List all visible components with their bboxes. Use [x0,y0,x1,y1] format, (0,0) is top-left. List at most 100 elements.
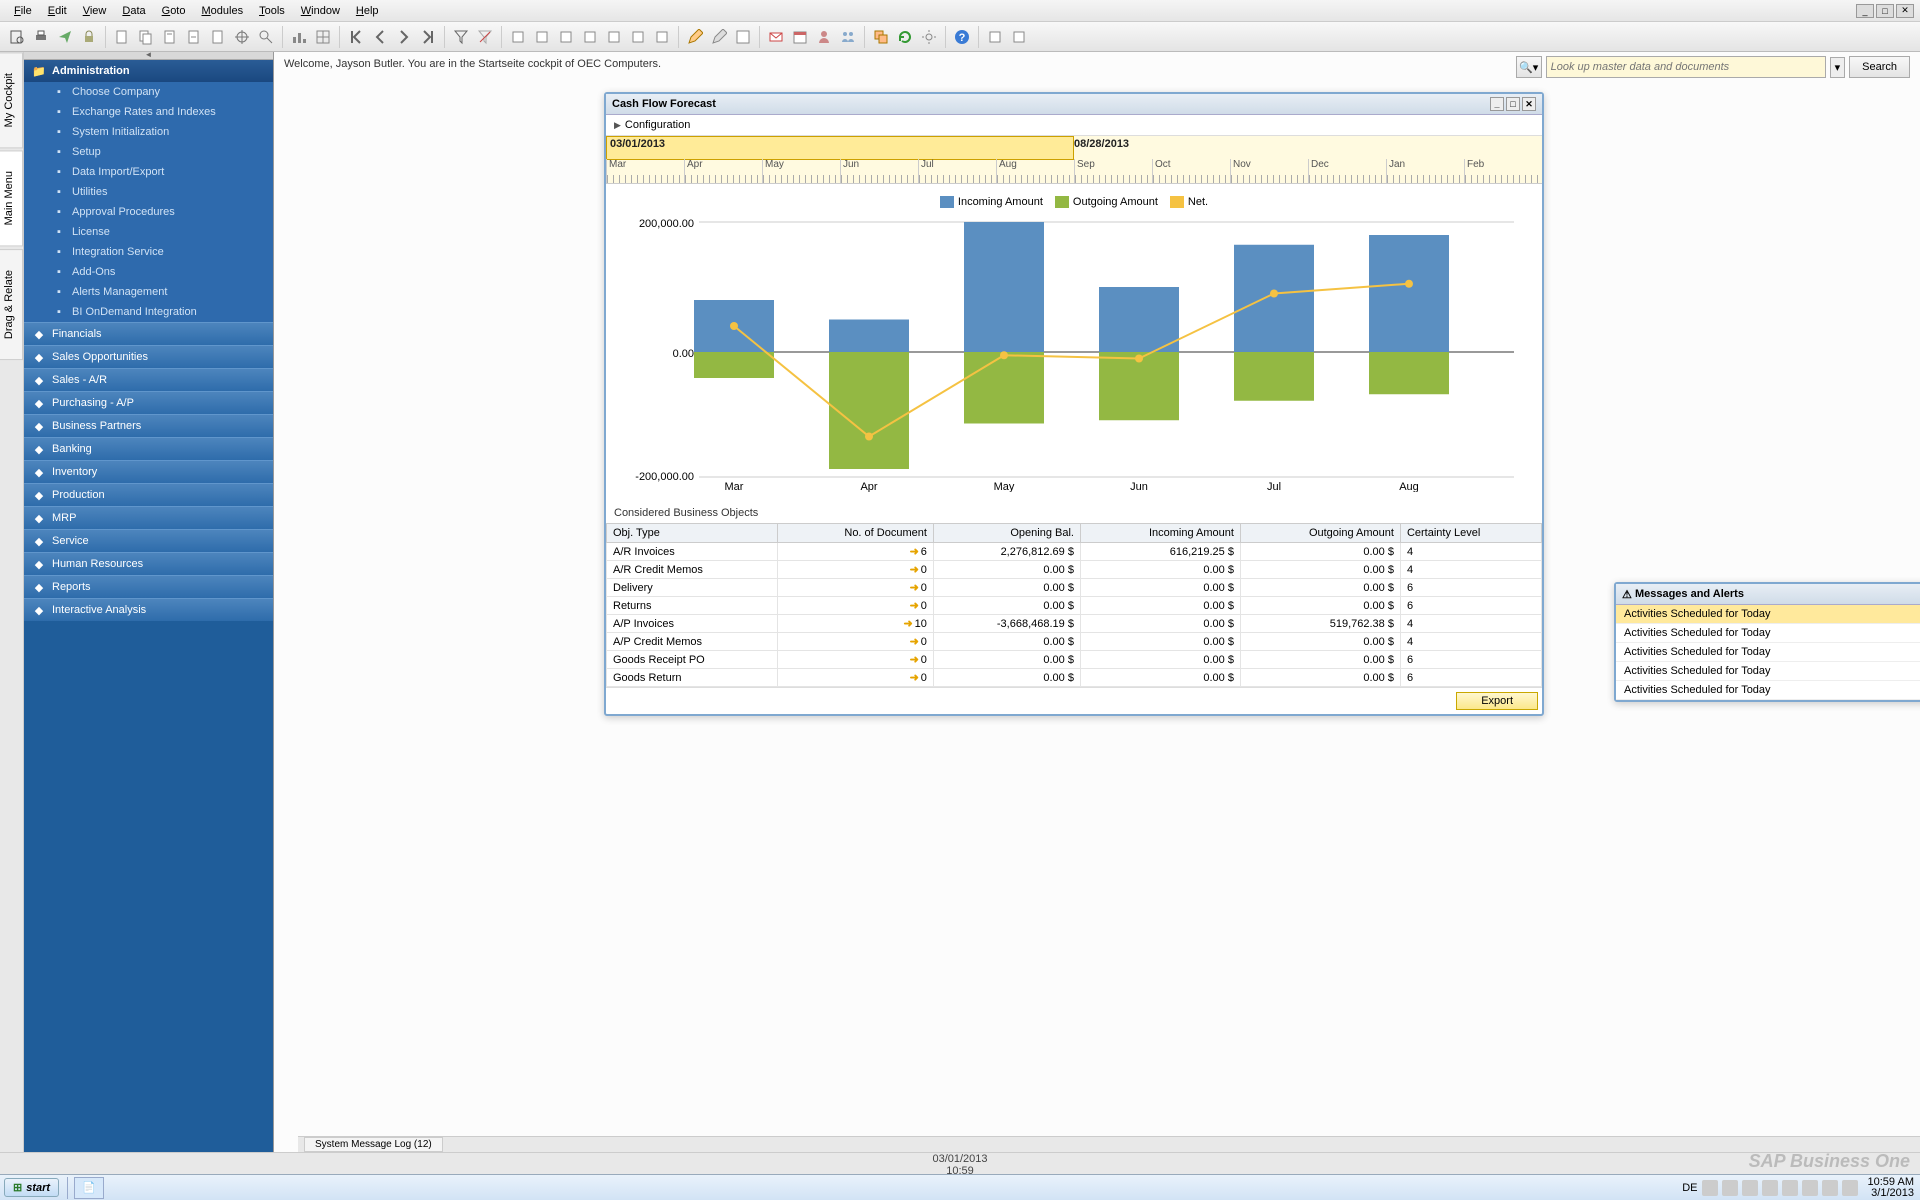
locate-icon[interactable] [231,26,253,48]
module-purchasing-a-p[interactable]: ◆Purchasing - A/P [24,391,273,414]
menu-modules[interactable]: Modules [193,2,251,20]
table-row[interactable]: Goods Receipt PO➜00.00 $0.00 $0.00 $6 [607,651,1542,669]
user-icon[interactable] [813,26,835,48]
new-icon[interactable] [111,26,133,48]
nav-sub-utilities[interactable]: ▪Utilities [24,182,273,202]
users-icon[interactable] [837,26,859,48]
print-icon[interactable] [30,26,52,48]
system-message-log-tab[interactable]: System Message Log (12) [304,1137,443,1152]
table-row[interactable]: A/P Invoices➜10-3,668,468.19 $0.00 $519,… [607,615,1542,633]
alert-row[interactable]: Activities Scheduled for Today12/17/2012 [1616,605,1920,624]
next-icon[interactable] [393,26,415,48]
module-service[interactable]: ◆Service [24,529,273,552]
drill-arrow-icon[interactable]: ➜ [910,582,919,594]
nav-sub-add-ons[interactable]: ▪Add-Ons [24,262,273,282]
send-icon[interactable] [54,26,76,48]
tool6-icon[interactable] [627,26,649,48]
tray-icon-4[interactable] [1762,1180,1778,1196]
tray-icon-5[interactable] [1782,1180,1798,1196]
tab-drag-relate[interactable]: Drag & Relate [0,249,23,360]
lock-icon[interactable] [78,26,100,48]
table-row[interactable]: Delivery➜00.00 $0.00 $0.00 $6 [607,579,1542,597]
col-no-doc[interactable]: No. of Document [777,524,933,543]
preview-icon[interactable] [6,26,28,48]
tool3-icon[interactable] [555,26,577,48]
cascade-icon[interactable] [870,26,892,48]
pencil-icon[interactable] [684,26,706,48]
table-row[interactable]: A/P Credit Memos➜00.00 $0.00 $0.00 $4 [607,633,1542,651]
nav-administration[interactable]: 📁 Administration [24,60,273,82]
alert-row[interactable]: Activities Scheduled for Today01/17/2013 [1616,643,1920,662]
module-inventory[interactable]: ◆Inventory [24,460,273,483]
table-row[interactable]: Goods Return➜00.00 $0.00 $0.00 $6 [607,669,1542,687]
extra2-icon[interactable] [1008,26,1030,48]
tool2-icon[interactable] [531,26,553,48]
tray-icon-2[interactable] [1722,1180,1738,1196]
panel-maximize-icon[interactable]: □ [1506,97,1520,111]
table-row[interactable]: A/R Invoices➜62,276,812.69 $616,219.25 $… [607,543,1542,561]
alerts-title-bar[interactable]: ⚠ Messages and Alerts 📌 [1616,584,1920,605]
configuration-row[interactable]: ▶ Configuration [606,115,1542,136]
module-sales-opportunities[interactable]: ◆Sales Opportunities [24,345,273,368]
nav-sub-setup[interactable]: ▪Setup [24,142,273,162]
copy-icon[interactable] [135,26,157,48]
doc-icon[interactable] [159,26,181,48]
chart-icon[interactable] [288,26,310,48]
minimize-icon[interactable]: _ [1856,4,1874,18]
nav-sub-system-initialization[interactable]: ▪System Initialization [24,122,273,142]
calendar-icon[interactable] [789,26,811,48]
drill-arrow-icon[interactable]: ➜ [910,654,919,666]
nav-sub-approval-procedures[interactable]: ▪Approval Procedures [24,202,273,222]
drill-arrow-icon[interactable]: ➜ [910,600,919,612]
search-input[interactable] [1546,56,1826,78]
find-icon[interactable] [255,26,277,48]
alert-row[interactable]: Activities Scheduled for Today02/08/2013 [1616,662,1920,681]
search-icon[interactable]: 🔍▾ [1516,56,1542,78]
tab-main-menu[interactable]: Main Menu [0,150,23,246]
layout-icon[interactable] [732,26,754,48]
maximize-icon[interactable]: □ [1876,4,1894,18]
tray-icon-1[interactable] [1702,1180,1718,1196]
menu-data[interactable]: Data [114,2,153,20]
panel-minimize-icon[interactable]: _ [1490,97,1504,111]
funnel-clear-icon[interactable] [474,26,496,48]
col-obj-type[interactable]: Obj. Type [607,524,778,543]
tab-my-cockpit[interactable]: My Cockpit [0,52,23,148]
table-row[interactable]: Returns➜00.00 $0.00 $0.00 $6 [607,597,1542,615]
search-button[interactable]: Search [1849,56,1910,78]
module-interactive-analysis[interactable]: ◆Interactive Analysis [24,598,273,621]
col-incoming[interactable]: Incoming Amount [1080,524,1240,543]
prev-icon[interactable] [369,26,391,48]
tool5-icon[interactable] [603,26,625,48]
nav-sub-bi-ondemand-integration[interactable]: ▪BI OnDemand Integration [24,302,273,322]
start-button[interactable]: ⊞ start [4,1178,59,1197]
last-icon[interactable] [417,26,439,48]
nav-sub-exchange-rates-and-indexes[interactable]: ▪Exchange Rates and Indexes [24,102,273,122]
refresh-icon[interactable] [894,26,916,48]
grid-icon[interactable] [312,26,334,48]
col-opening-bal[interactable]: Opening Bal. [933,524,1080,543]
settings-icon[interactable] [918,26,940,48]
drill-arrow-icon[interactable]: ➜ [903,618,912,630]
sidebar-collapse-handle[interactable]: ◄ [24,52,273,60]
export-button[interactable]: Export [1456,692,1538,710]
lang-indicator[interactable]: DE [1682,1182,1697,1194]
pencil2-icon[interactable] [708,26,730,48]
nav-sub-alerts-management[interactable]: ▪Alerts Management [24,282,273,302]
mail-icon[interactable] [765,26,787,48]
doc3-icon[interactable] [207,26,229,48]
tray-icon-7[interactable] [1822,1180,1838,1196]
drill-arrow-icon[interactable]: ➜ [910,672,919,684]
menu-edit[interactable]: Edit [40,2,75,20]
tool4-icon[interactable] [579,26,601,48]
menu-tools[interactable]: Tools [251,2,293,20]
col-certainty[interactable]: Certainty Level [1400,524,1541,543]
menu-file[interactable]: File [6,2,40,20]
module-financials[interactable]: ◆Financials [24,322,273,345]
cash-flow-title-bar[interactable]: Cash Flow Forecast _ □ ✕ [606,94,1542,115]
panel-close-icon[interactable]: ✕ [1522,97,1536,111]
menu-goto[interactable]: Goto [154,2,194,20]
extra1-icon[interactable] [984,26,1006,48]
close-icon[interactable]: ✕ [1896,4,1914,18]
module-human-resources[interactable]: ◆Human Resources [24,552,273,575]
